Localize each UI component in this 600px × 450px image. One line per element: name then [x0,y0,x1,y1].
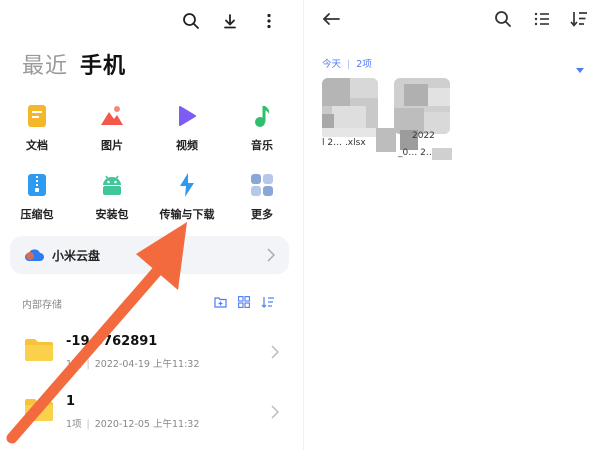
folder-icon [24,398,54,426]
category-label: 传输与下载 [159,208,215,221]
chevron-right-icon [267,247,276,266]
category-label: 视频 [176,139,198,152]
list-icon[interactable] [531,8,553,30]
more-vertical-icon[interactable] [258,10,280,32]
tab-recent[interactable]: 最近 [22,48,68,80]
android-icon [99,172,125,198]
header-tabs: 最近 手机 [22,48,126,80]
category-label: 安装包 [95,208,129,221]
grid-more-icon [249,172,275,198]
category-label: 文档 [26,139,48,152]
category-transfer-downloads[interactable]: 传输与下载 [152,172,222,232]
pixelated-caption [322,128,378,137]
category-music[interactable]: 音乐 [227,103,297,163]
category-archives[interactable]: 压缩包 [2,172,72,232]
caret-down-icon[interactable] [576,58,584,77]
image-icon [99,103,125,129]
pixelated-block [432,148,452,160]
date-group-header: 今天 | 2项 [322,59,372,70]
tab-phone[interactable]: 手机 [80,48,126,80]
date-group-label: 今天 [322,59,342,70]
cloud-drive-label: 小米云盘 [52,249,101,263]
new-folder-icon[interactable] [212,294,228,310]
chevron-right-icon [271,404,280,423]
sort-icon[interactable] [568,8,590,30]
folder-item-count: 1项 [66,419,82,430]
category-label: 更多 [251,208,273,221]
category-more[interactable]: 更多 [227,172,297,232]
file-thumbnail[interactable] [394,78,450,134]
transfer-downloads-panel: 今天 | 2项 l 2… .xlsx 2022 _0… 2… [303,0,600,450]
cloud-drive-row[interactable]: 小米云盘 [10,236,289,274]
folder-date: 2020-12-05 上午11:32 [94,419,200,430]
file-name: l 2… .xlsx [322,138,366,148]
search-icon[interactable] [492,8,514,30]
category-documents[interactable]: 文档 [2,103,72,163]
folder-row[interactable]: 1 1项 | 2020-12-05 上午11:32 [0,394,303,446]
folder-meta: 1项 | 2022-04-19 上午11:32 [66,359,200,370]
zip-icon [24,172,50,198]
category-apks[interactable]: 安装包 [77,172,147,232]
category-label: 图片 [101,139,123,152]
folder-icon [24,338,54,366]
search-icon[interactable] [180,10,202,32]
file-thumbnail[interactable] [322,78,378,134]
folder-date: 2022-04-19 上午11:32 [94,359,200,370]
document-icon [24,103,50,129]
music-note-icon [249,103,275,129]
download-icon[interactable] [219,10,241,32]
sort-icon[interactable] [260,294,276,310]
category-images[interactable]: 图片 [77,103,147,163]
file-name: _0… 2… [398,148,435,158]
date-group-count: 2项 [356,59,372,70]
category-videos[interactable]: 视频 [152,103,222,163]
category-label: 压缩包 [20,208,54,221]
back-arrow-icon[interactable] [320,8,342,30]
video-play-icon [174,103,200,129]
cloud-icon [24,247,44,267]
category-label: 音乐 [251,139,273,152]
file-caption: 2022 [412,131,435,141]
folder-name: -19 3762891 [66,334,158,349]
folder-item-count: 1项 [66,359,82,370]
internal-storage-label: 内部存储 [22,300,62,311]
folder-meta: 1项 | 2020-12-05 上午11:32 [66,419,200,430]
folder-row[interactable]: -19 3762891 1项 | 2022-04-19 上午11:32 [0,334,303,386]
pixelated-block [376,128,396,152]
grid-view-icon[interactable] [236,294,252,310]
folder-name: 1 [66,394,76,409]
chevron-right-icon [271,344,280,363]
file-browser-panel: 最近 手机 文档 图片 视频 音乐 压缩包 安装包 传输与下载 更多 小米云盘 … [0,0,303,450]
transfer-icon [174,172,200,198]
